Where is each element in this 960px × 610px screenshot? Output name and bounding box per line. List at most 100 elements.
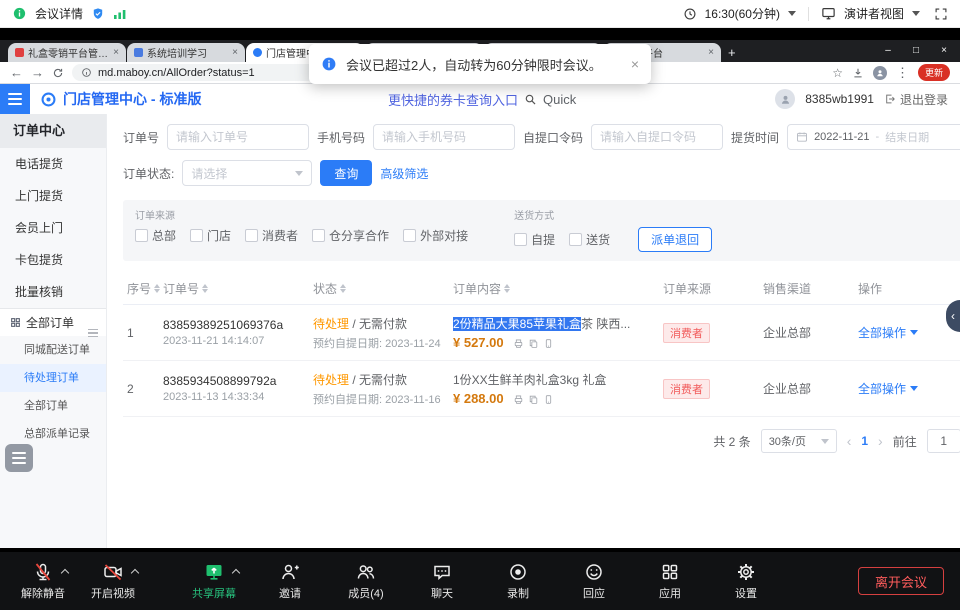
- toast-close-icon[interactable]: ×: [631, 56, 639, 72]
- copy-icon[interactable]: [528, 394, 539, 405]
- back-icon[interactable]: ←: [10, 66, 23, 79]
- site-info-icon[interactable]: [81, 67, 92, 78]
- logout-button[interactable]: 退出登录: [884, 91, 948, 108]
- sort-icon[interactable]: [504, 284, 510, 293]
- checkbox-hq[interactable]: 总部: [135, 227, 176, 244]
- print-icon[interactable]: [513, 394, 524, 405]
- current-page[interactable]: 1: [861, 434, 868, 448]
- print-icon[interactable]: [513, 338, 524, 349]
- sidebar-sub-pending-orders[interactable]: 待处理订单: [0, 364, 106, 392]
- header-index[interactable]: 序号: [123, 280, 163, 297]
- checkbox-icon[interactable]: [569, 233, 582, 246]
- view-mode-label[interactable]: 演讲者视图: [844, 5, 904, 22]
- checkbox-icon[interactable]: [403, 229, 416, 242]
- reaction-button[interactable]: 回应: [567, 562, 621, 601]
- mic-options-chevron-icon[interactable]: [61, 568, 69, 576]
- invite-button[interactable]: 邀请: [263, 562, 317, 601]
- user-avatar[interactable]: [775, 89, 795, 109]
- meeting-duration[interactable]: 16:30(60分钟): [705, 5, 780, 22]
- search-button[interactable]: 查询: [320, 160, 372, 186]
- checkbox-icon[interactable]: [245, 229, 258, 242]
- sidebar-item-batch-verify[interactable]: 批量核销: [0, 276, 106, 308]
- promo-entry[interactable]: 更快捷的券卡查询入口 Quick: [388, 84, 576, 114]
- chat-button[interactable]: 聊天: [415, 562, 469, 601]
- order-status-select[interactable]: 请选择: [182, 160, 312, 186]
- page-size-select[interactable]: 30条/页: [761, 429, 837, 453]
- header-order-no[interactable]: 订单号: [163, 280, 313, 297]
- tab-close-icon[interactable]: ×: [708, 47, 714, 58]
- fullscreen-icon[interactable]: [934, 7, 948, 21]
- cell-index: 1: [123, 326, 163, 340]
- checkbox-self-pickup[interactable]: 自提: [514, 231, 555, 248]
- advanced-filter-link[interactable]: 高级筛选: [380, 165, 428, 182]
- video-options-chevron-icon[interactable]: [131, 568, 139, 576]
- start-video-button[interactable]: 开启视频: [86, 562, 140, 601]
- tab-close-icon[interactable]: ×: [113, 47, 119, 58]
- goto-page-input[interactable]: [927, 429, 960, 453]
- date-range-picker[interactable]: 2022-11-21 - 结束日期: [787, 124, 960, 150]
- browser-profile-avatar[interactable]: [873, 66, 887, 80]
- header-status[interactable]: 状态: [313, 280, 453, 297]
- meeting-detail-label[interactable]: 会议详情: [35, 5, 83, 22]
- share-screen-button[interactable]: 共享屏幕: [187, 562, 241, 601]
- unmute-button[interactable]: 解除静音: [16, 562, 70, 601]
- browser-menu-icon[interactable]: ⋮: [896, 66, 909, 79]
- sidebar-sub-all-orders[interactable]: 全部订单: [0, 392, 106, 420]
- checkbox-delivery[interactable]: 送货: [569, 231, 610, 248]
- refresh-icon[interactable]: [52, 67, 64, 79]
- window-minimize-icon[interactable]: –: [874, 40, 902, 62]
- checkbox-icon[interactable]: [190, 229, 203, 242]
- browser-tab[interactable]: 系统培训学习 ×: [127, 43, 245, 62]
- phone-icon[interactable]: [543, 394, 554, 405]
- copy-icon[interactable]: [528, 338, 539, 349]
- phone-input[interactable]: [373, 124, 515, 150]
- checkbox-icon[interactable]: [312, 229, 325, 242]
- sort-icon[interactable]: [340, 284, 346, 293]
- checkbox-warehouse-share[interactable]: 仓分享合作: [312, 227, 389, 244]
- download-icon[interactable]: [852, 67, 864, 79]
- pickup-code-input[interactable]: [591, 124, 723, 150]
- window-close-icon[interactable]: ×: [930, 40, 958, 62]
- prev-page-icon[interactable]: ‹: [847, 433, 852, 449]
- view-mode-caret-icon[interactable]: [912, 11, 920, 16]
- sidebar-item-card-pickup[interactable]: 卡包提货: [0, 244, 106, 276]
- checkbox-icon[interactable]: [514, 233, 527, 246]
- duration-caret-icon[interactable]: [788, 11, 796, 16]
- menu-hamburger-button[interactable]: [0, 84, 30, 114]
- bookmark-star-icon[interactable]: ☆: [832, 67, 843, 79]
- browser-tab[interactable]: 礼盒零销平台管理中心 ×: [8, 43, 126, 62]
- phone-icon[interactable]: [543, 338, 554, 349]
- sort-icon[interactable]: [154, 284, 160, 293]
- order-no-input[interactable]: [167, 124, 309, 150]
- window-maximize-icon[interactable]: □: [902, 40, 930, 62]
- tab-close-icon[interactable]: ×: [232, 47, 238, 58]
- checkbox-store[interactable]: 门店: [190, 227, 231, 244]
- share-options-chevron-icon[interactable]: [232, 568, 240, 576]
- new-tab-icon[interactable]: +: [728, 45, 736, 62]
- leave-meeting-button[interactable]: 离开会议: [858, 567, 944, 595]
- next-page-icon[interactable]: ›: [878, 433, 883, 449]
- meeting-info-icon[interactable]: [12, 6, 27, 21]
- apps-button[interactable]: 应用: [643, 562, 697, 601]
- floating-list-button[interactable]: [5, 444, 33, 472]
- header-content[interactable]: 订单内容: [453, 280, 663, 297]
- dispatch-return-button[interactable]: 派单退回: [638, 227, 712, 252]
- checkbox-consumer[interactable]: 消费者: [245, 227, 298, 244]
- settings-button[interactable]: 设置: [719, 562, 773, 601]
- sidebar-item-door-pickup[interactable]: 上门提货: [0, 180, 106, 212]
- forward-icon[interactable]: →: [31, 66, 44, 79]
- promo-quick-label[interactable]: Quick: [543, 92, 576, 107]
- promo-text[interactable]: 更快捷的券卡查询入口: [388, 90, 518, 109]
- sidebar-item-member-visit[interactable]: 会员上门: [0, 212, 106, 244]
- checkbox-icon[interactable]: [135, 229, 148, 242]
- sidebar-item-phone-pickup[interactable]: 电话提货: [0, 148, 106, 180]
- browser-update-button[interactable]: 更新: [918, 64, 950, 81]
- checkbox-external[interactable]: 外部对接: [403, 227, 468, 244]
- sidebar-sub-city-delivery[interactable]: 同城配送订单: [0, 336, 106, 364]
- sort-icon[interactable]: [202, 284, 208, 293]
- sidebar-collapse-icon[interactable]: [88, 326, 102, 340]
- members-button[interactable]: 成员(4): [339, 562, 393, 601]
- all-actions-dropdown[interactable]: 全部操作: [858, 324, 944, 341]
- record-button[interactable]: 录制: [491, 562, 545, 601]
- all-actions-dropdown[interactable]: 全部操作: [858, 380, 944, 397]
